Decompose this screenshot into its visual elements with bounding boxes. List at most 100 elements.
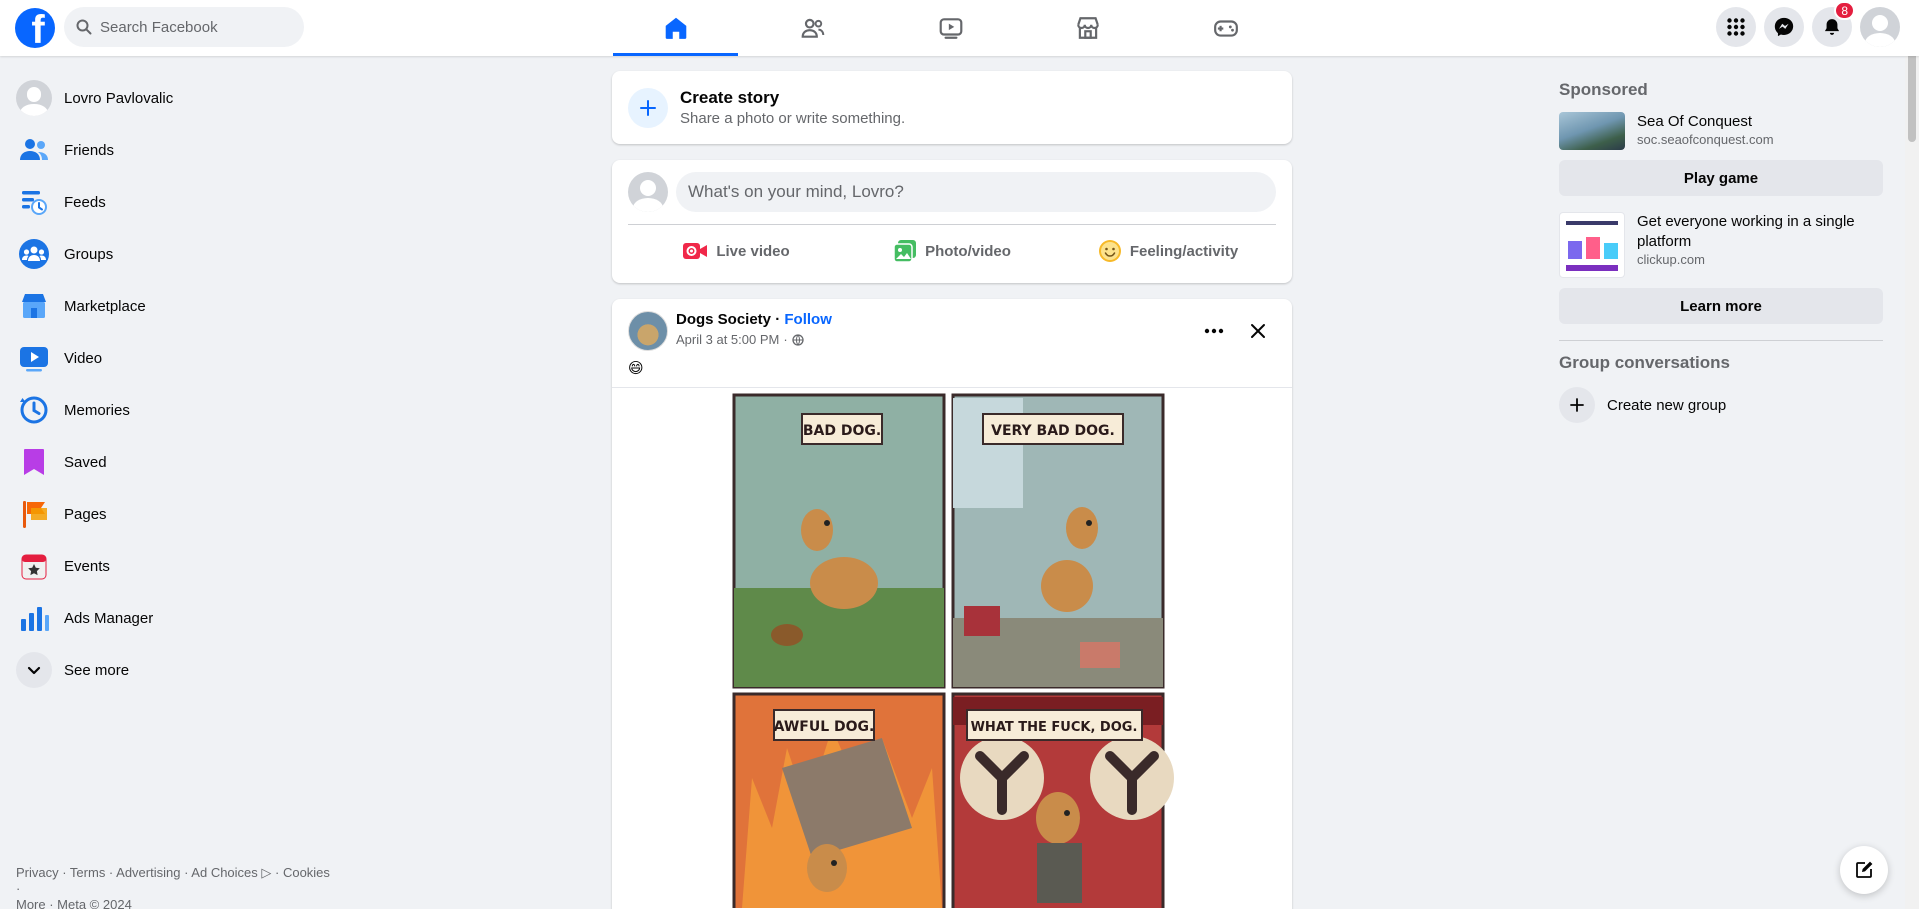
comic-panel-4: WHAT THE FUCK, DOG. bbox=[951, 692, 1174, 908]
composer-input[interactable]: What's on your mind, Lovro? bbox=[676, 172, 1276, 212]
svg-text:WHAT THE FUCK, DOG.: WHAT THE FUCK, DOG. bbox=[971, 720, 1138, 735]
live-video-icon bbox=[683, 243, 708, 259]
events-icon bbox=[16, 548, 52, 584]
post-text: 😄 bbox=[628, 360, 644, 377]
sidebar-item-profile[interactable]: Lovro Pavlovalic bbox=[8, 72, 348, 124]
sidebar-item-pages[interactable]: Pages bbox=[8, 488, 348, 540]
footer-line-2[interactable]: More · Meta © 2024 bbox=[16, 897, 336, 909]
close-icon bbox=[1251, 324, 1265, 338]
post-author-avatar[interactable] bbox=[628, 311, 668, 351]
tab-marketplace[interactable] bbox=[1026, 0, 1151, 56]
learn-more-button[interactable]: Learn more bbox=[1559, 288, 1883, 324]
sidebar-item-feeds[interactable]: Feeds bbox=[8, 176, 348, 228]
svg-text:AWFUL DOG.: AWFUL DOG. bbox=[774, 719, 875, 735]
ad-thumbnail[interactable] bbox=[1559, 112, 1625, 150]
post-timestamp[interactable]: April 3 at 5:00 PM bbox=[676, 332, 779, 347]
photo-icon bbox=[893, 240, 917, 263]
search-box[interactable] bbox=[64, 7, 304, 47]
post-header: Dogs Society · Follow bbox=[676, 311, 832, 328]
sidebar-item-memories[interactable]: Memories bbox=[8, 384, 348, 436]
bell-icon bbox=[1824, 19, 1840, 35]
facebook-logo[interactable]: f bbox=[15, 8, 55, 48]
sidebar-item-friends[interactable]: Friends bbox=[8, 124, 348, 176]
hide-post-button[interactable] bbox=[1240, 313, 1276, 349]
smiley-icon bbox=[1098, 240, 1121, 262]
groups-icon bbox=[16, 236, 52, 272]
post-author-name[interactable]: Dogs Society bbox=[676, 311, 771, 328]
svg-text:BAD DOG.: BAD DOG. bbox=[803, 423, 881, 439]
right-column: Sponsored Sea Of Conquest soc.seaofconqu… bbox=[1551, 72, 1891, 429]
follow-button[interactable]: Follow bbox=[784, 311, 832, 328]
sidebar-item-ads-manager[interactable]: Ads Manager bbox=[8, 592, 348, 644]
sidebar-item-label: Friends bbox=[64, 141, 115, 159]
feeling-activity-button[interactable]: Feeling/activity bbox=[1060, 231, 1276, 271]
tab-video[interactable] bbox=[888, 0, 1013, 56]
chevron-down-icon bbox=[16, 652, 52, 688]
feeling-activity-label: Feeling/activity bbox=[1129, 242, 1239, 260]
messenger-button[interactable] bbox=[1764, 7, 1804, 47]
video-tab-icon bbox=[939, 18, 962, 39]
footer-links[interactable]: Privacy · Terms · Advertising · Ad Choic… bbox=[16, 865, 336, 909]
notification-count-badge: 8 bbox=[1834, 1, 1855, 20]
menu-button[interactable] bbox=[1716, 7, 1756, 47]
sidebar-item-groups[interactable]: Groups bbox=[8, 228, 348, 280]
meta-separator: · bbox=[783, 332, 788, 347]
create-story-card[interactable]: Create story Share a photo or write some… bbox=[612, 71, 1292, 144]
sidebar-item-label: Feeds bbox=[64, 193, 106, 211]
ad-domain: clickup.com bbox=[1637, 252, 1705, 267]
footer-line-1[interactable]: Privacy · Terms · Advertising · Ad Choic… bbox=[16, 865, 336, 897]
sidebar-item-events[interactable]: Events bbox=[8, 540, 348, 592]
ad-domain: soc.seaofconquest.com bbox=[1637, 132, 1774, 147]
tab-home[interactable] bbox=[613, 0, 738, 56]
search-input[interactable] bbox=[100, 18, 290, 36]
friends-icon bbox=[801, 18, 825, 38]
sidebar-item-see-more[interactable]: See more bbox=[8, 644, 348, 696]
profile-avatar bbox=[16, 80, 52, 116]
plus-icon bbox=[628, 87, 668, 128]
photo-video-button[interactable]: Photo/video bbox=[844, 231, 1060, 271]
post-image[interactable]: BAD DOG. VERY BAD DOG. AWFUL DOG. WHAT T… bbox=[612, 387, 1292, 908]
sidebar-item-label: Ads Manager bbox=[64, 609, 154, 627]
composer-avatar[interactable] bbox=[628, 172, 668, 212]
notifications-button[interactable]: 8 bbox=[1812, 1, 1855, 47]
create-story-subtitle: Share a photo or write something. bbox=[680, 110, 906, 127]
left-sidebar: Lovro Pavlovalic Friends Feeds Groups Ma… bbox=[8, 72, 348, 696]
search-icon bbox=[76, 19, 92, 35]
video-icon bbox=[16, 340, 52, 376]
top-right-actions: 8 bbox=[1716, 1, 1900, 47]
feed-post: Dogs Society · Follow April 3 at 5:00 PM… bbox=[612, 299, 1292, 909]
play-game-button[interactable]: Play game bbox=[1559, 160, 1883, 196]
sidebar-item-video[interactable]: Video bbox=[8, 332, 348, 384]
tab-gaming[interactable] bbox=[1163, 0, 1288, 56]
ad-thumbnail[interactable] bbox=[1559, 212, 1625, 278]
globe-icon bbox=[792, 333, 804, 346]
live-video-label: Live video bbox=[716, 242, 790, 260]
live-video-button[interactable]: Live video bbox=[628, 231, 844, 271]
page-scrollbar[interactable] bbox=[1905, 0, 1919, 909]
post-options-button[interactable] bbox=[1196, 313, 1232, 349]
ad-title[interactable]: Get everyone working in a single platfor… bbox=[1637, 212, 1883, 252]
right-divider bbox=[1559, 340, 1883, 341]
sidebar-item-label: Groups bbox=[64, 245, 114, 263]
sidebar-item-saved[interactable]: Saved bbox=[8, 436, 348, 488]
sidebar-item-marketplace[interactable]: Marketplace bbox=[8, 280, 348, 332]
grid-menu-icon bbox=[1727, 18, 1745, 36]
sidebar-item-label: Pages bbox=[64, 505, 107, 523]
comic-panel-3: AWFUL DOG. bbox=[732, 692, 946, 908]
friends-icon bbox=[16, 132, 52, 168]
marketplace-icon bbox=[16, 288, 52, 324]
create-story-title: Create story bbox=[680, 88, 780, 107]
group-conversations-heading: Group conversations bbox=[1559, 353, 1730, 372]
account-avatar-button[interactable] bbox=[1860, 7, 1900, 47]
sponsored-ad-1[interactable]: Sea Of Conquest soc.seaofconquest.com bbox=[1551, 108, 1891, 154]
tab-friends[interactable] bbox=[751, 0, 876, 56]
new-message-button[interactable] bbox=[1840, 846, 1888, 894]
sidebar-item-label: Video bbox=[64, 349, 103, 367]
comic-panel-1: BAD DOG. bbox=[732, 393, 946, 689]
ad-title[interactable]: Sea Of Conquest bbox=[1637, 112, 1774, 132]
sponsored-ad-2[interactable]: Get everyone working in a single platfor… bbox=[1551, 208, 1891, 282]
create-new-group-button[interactable]: Create new group bbox=[1551, 381, 1891, 429]
main-nav-tabs bbox=[613, 0, 1301, 56]
svg-text:VERY BAD DOG.: VERY BAD DOG. bbox=[991, 423, 1115, 439]
ads-manager-icon bbox=[16, 600, 52, 636]
